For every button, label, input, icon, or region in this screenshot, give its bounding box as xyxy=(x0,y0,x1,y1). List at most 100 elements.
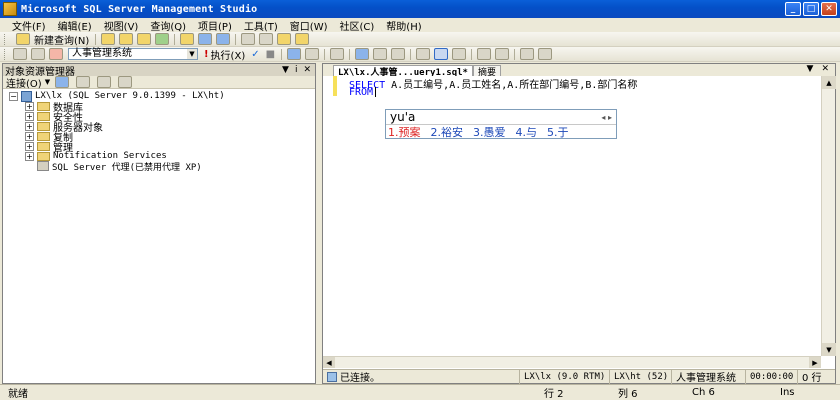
title-bar: Microsoft SQL Server Management Studio _… xyxy=(0,0,840,18)
tree-node-management[interactable]: + 管理 xyxy=(9,141,315,154)
scroll-down-icon[interactable]: ▼ xyxy=(822,343,836,356)
tab-summary[interactable]: 摘要 xyxy=(472,65,501,78)
connect-icon[interactable] xyxy=(13,48,27,60)
panel-dropdown-icon[interactable]: ▼ xyxy=(282,65,289,75)
save-all-icon[interactable] xyxy=(216,33,231,45)
register-icon[interactable] xyxy=(55,76,70,88)
expand-icon[interactable]: + xyxy=(25,101,34,111)
menu-window[interactable]: 窗口(W) xyxy=(286,18,336,33)
results-to-file-icon[interactable] xyxy=(452,48,467,60)
ime-page-arrows-icon[interactable]: ◂ ▸ xyxy=(601,113,612,122)
menu-query[interactable]: 查询(Q) xyxy=(146,18,194,33)
xmla-query-icon[interactable] xyxy=(155,33,170,45)
refresh-icon[interactable] xyxy=(97,76,112,88)
filter-icon[interactable] xyxy=(118,76,133,88)
client-statistics-icon[interactable] xyxy=(373,48,388,60)
pin-icon[interactable]: ⅰ xyxy=(295,65,298,75)
maximize-button[interactable]: □ xyxy=(803,2,819,16)
new-query-button[interactable]: 新建查询(N) xyxy=(11,32,92,47)
folder-icon xyxy=(37,131,50,141)
ime-candidate-5[interactable]: 5.于 xyxy=(547,124,569,140)
stop-icon[interactable] xyxy=(76,76,91,88)
ime-candidate-2[interactable]: 2.裕安 xyxy=(431,124,464,140)
scroll-left-icon[interactable]: ◀ xyxy=(323,357,335,368)
menu-project[interactable]: 项目(P) xyxy=(194,18,240,33)
code-editor[interactable]: SELECT A.员工编号,A.员工姓名,A.所在部门编号,B.部门名称 FRO… xyxy=(323,76,821,356)
collapse-icon[interactable]: − xyxy=(9,91,18,101)
toolbar-separator xyxy=(514,48,516,60)
specify-template-values-icon[interactable] xyxy=(391,48,406,60)
connection-status-text: 已连接。 xyxy=(340,373,380,384)
status-user: LX\ht (52) xyxy=(609,369,671,384)
ime-candidate-1[interactable]: 1.预案 xyxy=(388,124,421,140)
new-query-label: 新建查询(N) xyxy=(34,35,90,47)
expand-icon[interactable]: + xyxy=(25,111,34,121)
menu-help[interactable]: 帮助(H) xyxy=(382,18,429,33)
menu-tools[interactable]: 工具(T) xyxy=(240,18,286,33)
object-explorer-header: 对象资源管理器 ▼ ⅰ ✕ xyxy=(3,64,315,78)
close-button[interactable]: ✕ xyxy=(821,2,837,16)
minimize-button[interactable]: _ xyxy=(785,2,801,16)
template-explorer-icon[interactable] xyxy=(277,33,292,45)
query-editor-panel: LX\lx.人事管...uery1.sql* 摘要 ▼ ✕ SELECT A.员… xyxy=(322,63,836,384)
ime-candidate-list: 1.预案 2.裕安 3.愚爱 4.与 5.于 xyxy=(386,125,616,139)
toolbar-grip[interactable] xyxy=(4,48,7,60)
ime-composition: yu'a ◂ ▸ xyxy=(386,110,616,125)
expand-icon[interactable]: + xyxy=(25,131,34,141)
save-icon[interactable] xyxy=(198,33,213,45)
database-engine-query-icon[interactable] xyxy=(101,33,116,45)
scroll-up-icon[interactable]: ▲ xyxy=(822,76,836,89)
tab-query1[interactable]: LX\lx.人事管...uery1.sql* xyxy=(333,65,473,78)
tree-node-agent[interactable]: SQL Server 代理(已禁用代理 XP) xyxy=(9,161,315,173)
chevron-down-icon[interactable]: ▼ xyxy=(45,78,50,86)
parse-button[interactable]: ✓ xyxy=(248,49,262,60)
panel-close-icon[interactable]: ✕ xyxy=(303,65,311,75)
status-time: 00:00:00 xyxy=(745,369,797,384)
mdx-query-icon[interactable] xyxy=(137,33,152,45)
vertical-scrollbar[interactable]: ▲ ▼ xyxy=(821,76,836,356)
results-to-grid-icon[interactable] xyxy=(434,48,449,60)
analysis-query-icon[interactable] xyxy=(119,33,134,45)
expand-icon[interactable]: + xyxy=(25,141,34,151)
execute-button[interactable]: ! 执行(X) xyxy=(201,47,248,62)
include-plan-icon[interactable] xyxy=(355,48,370,60)
open-file-icon[interactable] xyxy=(180,33,195,45)
cancel-query-button[interactable]: ■ xyxy=(263,49,278,60)
folder-icon xyxy=(37,141,50,151)
decrease-indent-icon[interactable] xyxy=(520,48,535,60)
connect-dropdown[interactable]: 连接(O) xyxy=(6,75,42,90)
properties-icon[interactable] xyxy=(295,33,310,45)
toolbar-grip[interactable] xyxy=(4,33,7,45)
menu-view[interactable]: 视图(V) xyxy=(100,18,147,33)
menu-community[interactable]: 社区(C) xyxy=(336,18,383,33)
change-connection-icon[interactable] xyxy=(31,48,45,60)
increase-indent-icon[interactable] xyxy=(538,48,553,60)
tab-list-icon[interactable]: ▼ xyxy=(807,64,814,74)
display-plan-icon[interactable] xyxy=(287,48,302,60)
expand-icon[interactable]: + xyxy=(25,121,34,131)
status-insert-mode: Ins xyxy=(780,387,795,398)
ime-candidate-3[interactable]: 3.愚爱 xyxy=(473,124,506,140)
disconnect-icon[interactable] xyxy=(49,48,63,60)
intellisense-icon[interactable] xyxy=(330,48,345,60)
folder-icon xyxy=(37,111,50,121)
uncomment-icon[interactable] xyxy=(495,48,510,60)
menu-file[interactable]: 文件(F) xyxy=(12,18,54,33)
database-select[interactable]: 人事管理系统 ▼ xyxy=(68,48,198,60)
comment-icon[interactable] xyxy=(477,48,492,60)
tab-close-icon[interactable]: ✕ xyxy=(821,64,829,74)
results-to-text-icon[interactable] xyxy=(416,48,431,60)
standard-toolbar: 新建查询(N) xyxy=(0,32,840,47)
toolbar-separator xyxy=(324,48,326,60)
menu-edit[interactable]: 编辑(E) xyxy=(54,18,100,33)
status-ready: 就绪 xyxy=(8,389,28,400)
object-explorer-icon[interactable] xyxy=(259,33,274,45)
menu-bar: 文件(F) 编辑(E) 视图(V) 查询(Q) 项目(P) 工具(T) 窗口(W… xyxy=(0,18,840,33)
ime-candidate-4[interactable]: 4.与 xyxy=(516,124,538,140)
scroll-right-icon[interactable]: ▶ xyxy=(809,357,821,368)
horizontal-scrollbar[interactable]: ◀ ▶ xyxy=(323,356,821,368)
query-designer-icon[interactable] xyxy=(305,48,320,60)
registered-servers-icon[interactable] xyxy=(241,33,256,45)
status-rows: 0 行 xyxy=(797,369,833,384)
expand-icon[interactable]: + xyxy=(25,151,34,161)
